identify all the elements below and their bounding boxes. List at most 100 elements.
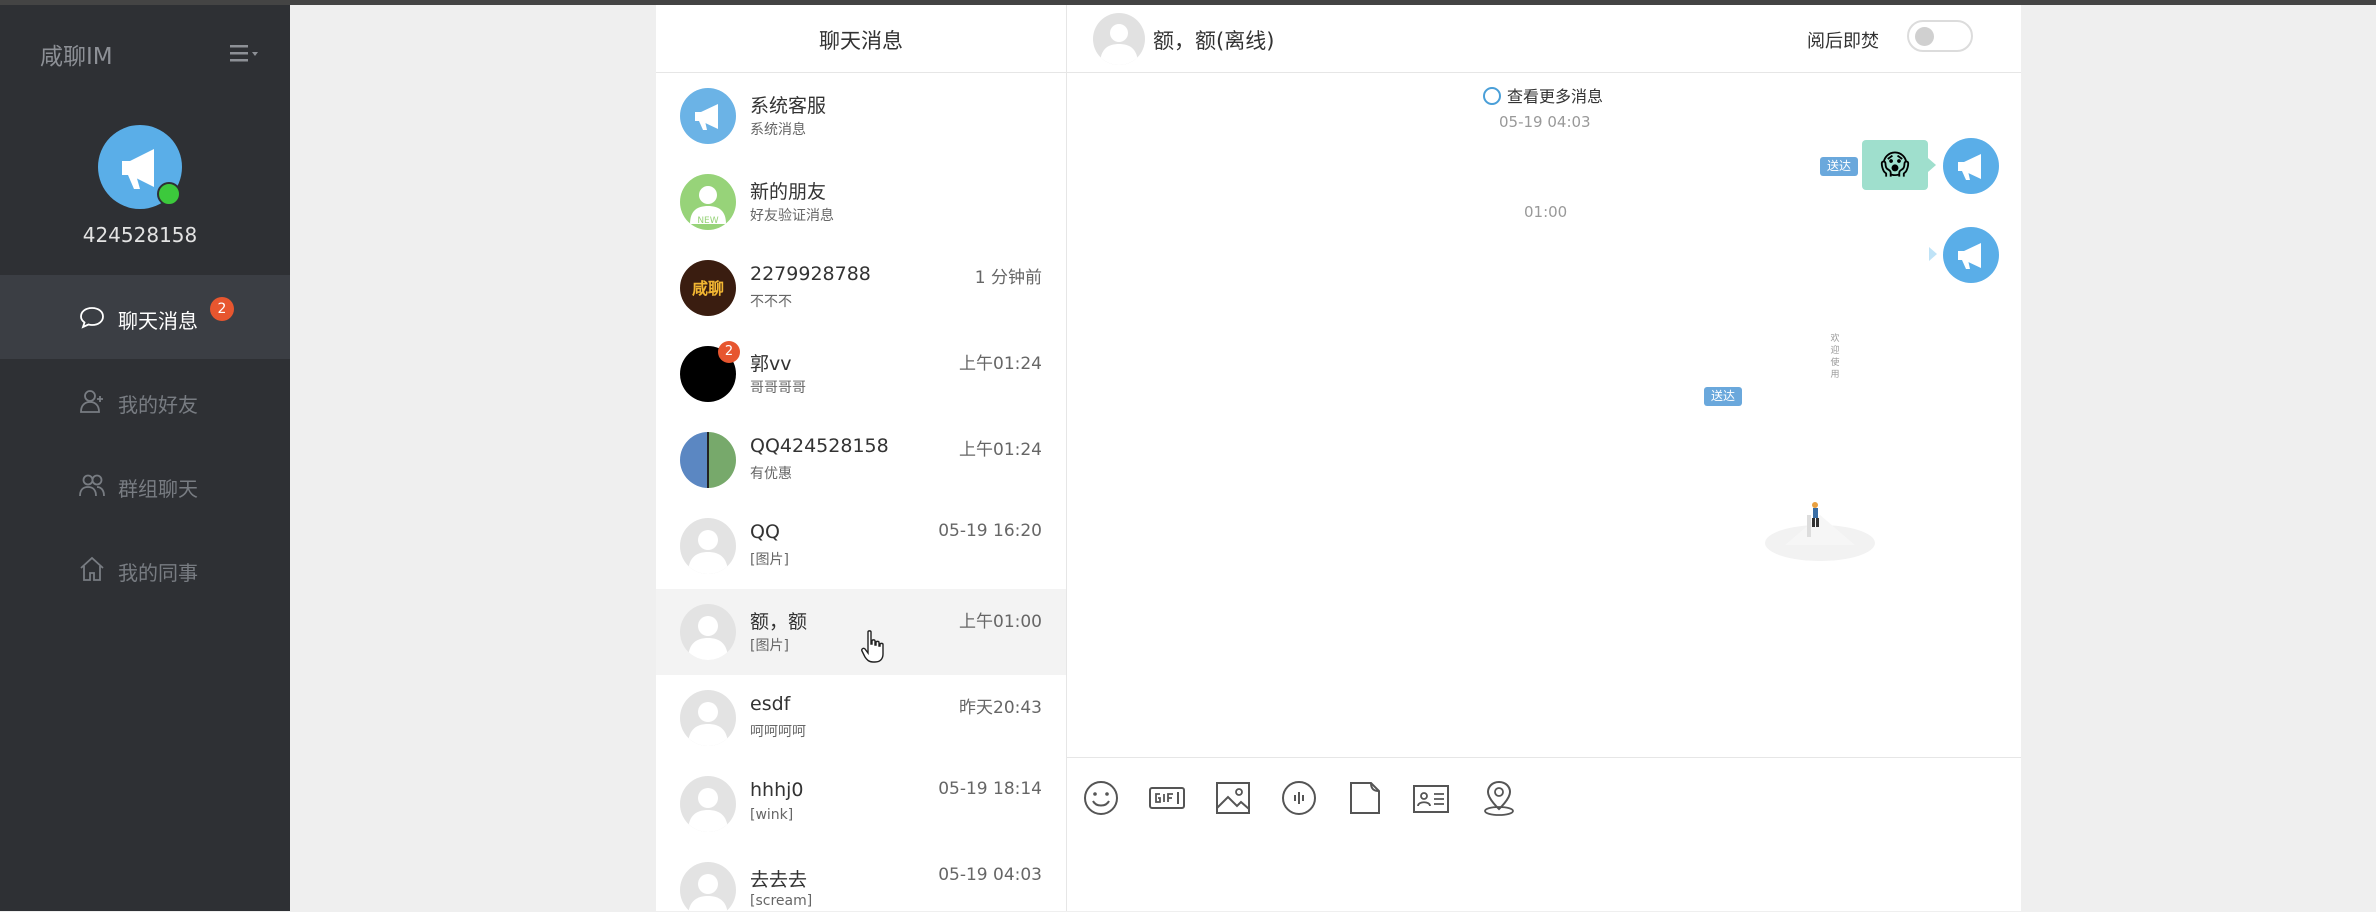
voice-icon[interactable] bbox=[1279, 778, 1319, 818]
conversation-name: QQ424528158 bbox=[750, 435, 889, 457]
contact-name: 额，额(离线) bbox=[1153, 29, 1275, 53]
conversation-name: 系统客服 bbox=[750, 95, 827, 117]
home-icon bbox=[80, 556, 104, 581]
conversation-item[interactable]: 2 郭vv 哥哥哥哥 上午01:24 bbox=[656, 331, 1066, 417]
conversation-item-selected[interactable]: 额，额 [图片] 上午01:00 bbox=[656, 589, 1066, 675]
default-avatar-icon bbox=[688, 874, 728, 911]
conversation-preview: [wink] bbox=[750, 807, 794, 823]
megaphone-icon bbox=[695, 104, 718, 130]
conversation-preview: 呵呵呵呵 bbox=[750, 724, 806, 740]
delivered-tag: 送达 bbox=[1704, 387, 1742, 406]
conversation-item[interactable]: 去去去 [scream] 05-19 04:03 bbox=[656, 847, 1066, 911]
nav-label: 我的好友 bbox=[118, 393, 198, 417]
conversation-name: 去去去 bbox=[750, 869, 808, 891]
megaphone-icon bbox=[1958, 154, 1981, 180]
conversation-list-panel: 聊天消息 系统客服 系统消息 NEW 新的朋友 好友验证消息 咸聊 227992… bbox=[656, 5, 1067, 911]
logo-text: 咸聊 bbox=[692, 279, 724, 298]
bubble-arrow bbox=[1929, 247, 1937, 261]
conversation-preview: [图片] bbox=[750, 552, 789, 568]
sender-avatar[interactable] bbox=[1943, 227, 1999, 283]
conversation-time: 05-19 18:14 bbox=[938, 779, 1042, 799]
hand-cursor-icon bbox=[861, 630, 884, 663]
burn-after-read-label: 阅后即焚 bbox=[1807, 31, 1879, 52]
message-timestamp: 01:00 bbox=[1524, 203, 1568, 221]
avatar: NEW bbox=[680, 174, 736, 230]
megaphone-icon bbox=[1958, 243, 1981, 269]
avatar bbox=[680, 432, 736, 488]
conversation-time: 上午01:00 bbox=[959, 612, 1042, 632]
conversation-name: QQ bbox=[750, 521, 780, 543]
menu-icon[interactable] bbox=[228, 41, 260, 65]
message-timestamp: 05-19 04:03 bbox=[1499, 113, 1591, 131]
contact-card-icon[interactable] bbox=[1411, 778, 1451, 818]
online-status-dot bbox=[157, 182, 181, 206]
gif-icon[interactable] bbox=[1147, 778, 1187, 818]
sidebar: 咸聊IM 424528158 聊天消息 2 我的好友 群组聊天 我的同事 bbox=[0, 5, 290, 911]
load-more-label: 查看更多消息 bbox=[1507, 87, 1604, 106]
nav-label: 群组聊天 bbox=[118, 477, 198, 501]
logo-avatar: 咸聊 bbox=[692, 279, 724, 298]
conversation-time: 05-19 04:03 bbox=[938, 865, 1042, 885]
burn-after-read-toggle[interactable] bbox=[1907, 20, 1973, 52]
nav-label: 聊天消息 bbox=[118, 309, 198, 333]
new-friend-icon: NEW bbox=[690, 186, 726, 226]
avatar bbox=[680, 518, 736, 574]
default-avatar-icon bbox=[1100, 24, 1138, 65]
avatar bbox=[680, 88, 736, 144]
avatar bbox=[680, 604, 736, 660]
conversation-time: 上午01:24 bbox=[959, 354, 1042, 374]
nav-item-group-chat[interactable]: 群组聊天 bbox=[0, 443, 290, 527]
image-caption-text: 欢迎使用 bbox=[1830, 334, 1840, 380]
image-icon[interactable] bbox=[1213, 778, 1253, 818]
user-id: 424528158 bbox=[82, 223, 198, 247]
conversation-time: 昨天20:43 bbox=[959, 698, 1042, 718]
conversation-preview: 不不不 bbox=[750, 294, 792, 310]
conversation-time: 1 分钟前 bbox=[974, 268, 1042, 288]
avatar: 咸聊 bbox=[680, 260, 736, 316]
conversation-time: 上午01:24 bbox=[959, 440, 1042, 460]
conversation-item[interactable]: NEW 新的朋友 好友验证消息 bbox=[656, 159, 1066, 245]
conversation-preview: 好友验证消息 bbox=[750, 208, 834, 224]
conversation-name: esdf bbox=[750, 693, 791, 715]
conversation-preview: [scream] bbox=[750, 893, 813, 909]
new-label: NEW bbox=[697, 216, 718, 226]
unread-badge: 2 bbox=[718, 341, 740, 363]
illustration-image[interactable] bbox=[1745, 485, 1895, 570]
conversation-name: 额，额 bbox=[750, 611, 808, 633]
avatar bbox=[680, 690, 736, 746]
conversation-item[interactable]: hhhj0 [wink] 05-19 18:14 bbox=[656, 761, 1066, 847]
conversation-name: hhhj0 bbox=[750, 779, 804, 801]
default-avatar-icon bbox=[688, 788, 728, 832]
group-icon bbox=[79, 474, 105, 497]
conversation-item[interactable]: 咸聊 2279928788 不不不 1 分钟前 bbox=[656, 245, 1066, 331]
conversation-item[interactable]: 系统客服 系统消息 bbox=[656, 73, 1066, 159]
conversation-item[interactable]: esdf 呵呵呵呵 昨天20:43 bbox=[656, 675, 1066, 761]
emoji-icon[interactable] bbox=[1081, 778, 1121, 818]
scream-emoji: 😱 bbox=[1880, 148, 1910, 181]
toggle-knob bbox=[1915, 27, 1934, 46]
load-more-messages-link[interactable]: 查看更多消息 bbox=[1483, 83, 1603, 107]
nav-item-chat-messages[interactable]: 聊天消息 2 bbox=[0, 275, 290, 359]
delivered-tag: 送达 bbox=[1820, 157, 1858, 176]
conversation-name: 郭vv bbox=[750, 353, 792, 375]
conversation-preview: 有优惠 bbox=[750, 466, 792, 482]
conversation-name: 新的朋友 bbox=[750, 181, 827, 203]
nav-item-colleagues[interactable]: 我的同事 bbox=[0, 527, 290, 611]
nav-label: 我的同事 bbox=[118, 561, 198, 585]
conversation-name: 2279928788 bbox=[750, 263, 871, 285]
chat-header: 额，额(离线) 阅后即焚 bbox=[1067, 5, 2021, 73]
clock-icon bbox=[1483, 87, 1501, 105]
nav-item-my-friends[interactable]: 我的好友 bbox=[0, 359, 290, 443]
file-icon[interactable] bbox=[1345, 778, 1385, 818]
default-avatar-icon bbox=[688, 616, 728, 660]
emoji-message-bubble[interactable]: 😱 bbox=[1862, 140, 1928, 190]
location-icon[interactable] bbox=[1479, 778, 1519, 818]
default-avatar-icon bbox=[688, 530, 728, 574]
conversation-item[interactable]: QQ424528158 有优惠 上午01:24 bbox=[656, 417, 1066, 503]
conversation-item[interactable]: QQ [图片] 05-19 16:20 bbox=[656, 503, 1066, 589]
conversation-time: 05-19 16:20 bbox=[938, 521, 1042, 541]
chat-bubble-icon bbox=[80, 307, 104, 329]
compose-area bbox=[1067, 757, 2021, 912]
sender-avatar[interactable] bbox=[1943, 138, 1999, 194]
contact-avatar[interactable] bbox=[1093, 13, 1145, 65]
